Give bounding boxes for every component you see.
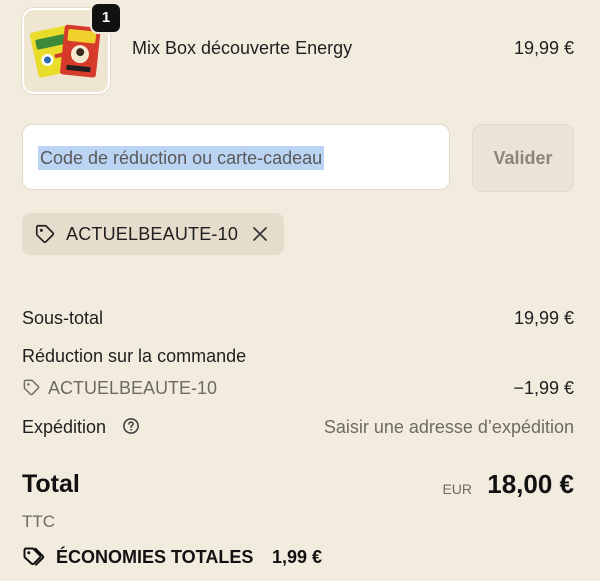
total-savings-value: 1,99 € bbox=[272, 547, 323, 567]
applied-discount-code: ACTUELBEAUTE-10 bbox=[66, 224, 239, 244]
quantity-badge: 1 bbox=[90, 2, 122, 34]
tags-icon bbox=[23, 547, 45, 566]
total-currency: EUR bbox=[442, 481, 472, 497]
discount-code-input[interactable] bbox=[22, 124, 450, 190]
total-label: Total bbox=[22, 470, 80, 498]
tag-icon bbox=[35, 224, 55, 244]
close-icon[interactable] bbox=[248, 222, 272, 246]
applied-discount-chip: ACTUELBEAUTE-10 bbox=[22, 213, 284, 255]
tag-icon bbox=[23, 379, 40, 396]
tax-note: TTC bbox=[22, 512, 56, 531]
subtotal-label: Sous-total bbox=[22, 308, 104, 328]
product-name: Mix Box découverte Energy bbox=[132, 38, 353, 58]
total-value: 18,00 € bbox=[487, 469, 574, 499]
help-circle-icon[interactable] bbox=[122, 417, 140, 435]
total-savings-label: ÉCONOMIES TOTALES bbox=[56, 547, 254, 567]
shipping-value: Saisir une adresse d’expédition bbox=[323, 417, 574, 437]
order-discount-value: −1,99 € bbox=[513, 378, 574, 398]
apply-discount-button[interactable]: Valider bbox=[472, 124, 574, 192]
product-line-item: 1 Mix Box découverte Energy 19,99 € bbox=[22, 2, 574, 94]
product-price: 19,99 € bbox=[513, 38, 574, 58]
order-discount-code: ACTUELBEAUTE-10 bbox=[48, 378, 218, 398]
shipping-label: Expédition bbox=[22, 417, 107, 437]
subtotal-value: 19,99 € bbox=[513, 308, 574, 328]
order-discount-label: Réduction sur la commande bbox=[22, 346, 247, 366]
